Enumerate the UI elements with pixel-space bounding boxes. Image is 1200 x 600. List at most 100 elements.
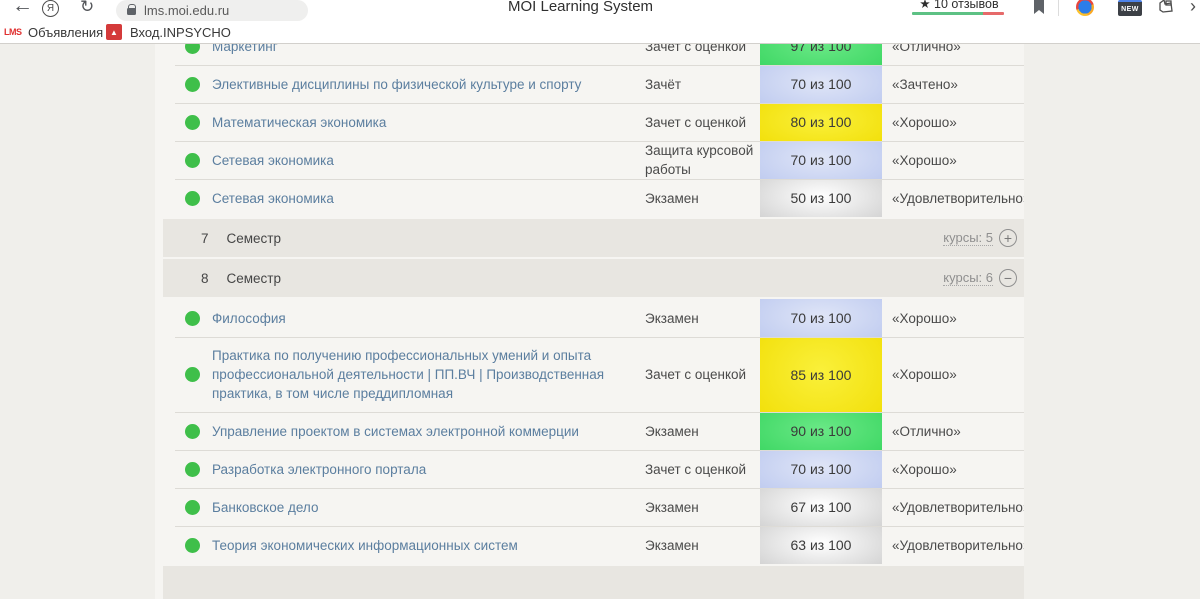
table-row: Управление проектом в системах электронн… xyxy=(155,412,1024,450)
status-dot-icon xyxy=(185,311,200,326)
grade-cell: «Удовлетворительно» xyxy=(882,179,1024,217)
assessment-type-cell: Зачет с оценкой xyxy=(645,44,760,65)
semester-header-row: 8Семестркурсы: 6− xyxy=(163,259,1024,297)
new-extension-icon[interactable]: NEW xyxy=(1118,0,1142,16)
course-status-cell xyxy=(155,412,212,450)
course-link[interactable]: Сетевая экономика xyxy=(212,189,334,208)
course-link[interactable]: Разработка электронного портала xyxy=(212,460,426,479)
semester-header-row xyxy=(163,566,1024,599)
course-status-cell xyxy=(155,103,212,141)
course-status-cell xyxy=(155,65,212,103)
grades-table: МаркетингЗачет с оценкой97 из 100«Отличн… xyxy=(155,44,1024,599)
course-link[interactable]: Сетевая экономика xyxy=(212,151,334,170)
course-link[interactable]: Теория экономических информационных сист… xyxy=(212,536,518,555)
grade-cell: «Отлично» xyxy=(882,412,1024,450)
lms-favicon: LMS xyxy=(4,27,22,37)
table-row: Сетевая экономикаЭкзамен50 из 100«Удовле… xyxy=(155,179,1024,217)
grade-cell: «Хорошо» xyxy=(882,103,1024,141)
courses-count-link[interactable]: курсы: 5 xyxy=(943,230,993,246)
course-name-cell: Философия xyxy=(212,299,645,337)
assessment-type-cell: Зачет с оценкой xyxy=(645,103,760,141)
course-status-cell xyxy=(155,179,212,217)
table-row: Сетевая экономика Защита курсовой работы7… xyxy=(155,141,1024,179)
table-row: Банковское делоЭкзамен67 из 100«Удовлетв… xyxy=(155,488,1024,526)
grade-cell: «Хорошо» xyxy=(882,337,1024,412)
course-link[interactable]: Практика по получению профессиональных у… xyxy=(212,346,631,403)
reload-button[interactable]: ↻ xyxy=(80,0,94,17)
status-dot-icon xyxy=(185,44,200,54)
star-icon: ★ xyxy=(919,0,930,11)
grade-cell: «Хорошо» xyxy=(882,299,1024,337)
course-link[interactable]: Философия xyxy=(212,309,286,328)
course-name-cell: Управление проектом в системах электронн… xyxy=(212,412,645,450)
status-dot-icon xyxy=(185,77,200,92)
url-text: lms.moi.edu.ru xyxy=(144,3,229,18)
semester-header-row: 7Семестркурсы: 5+ xyxy=(163,219,1024,257)
course-link[interactable]: Маркетинг xyxy=(212,44,278,56)
grade-cell: «Хорошо» xyxy=(882,141,1024,179)
reviews-widget[interactable]: ★ 10 отзывов xyxy=(912,0,1006,15)
browser-menu-icon[interactable]: Я xyxy=(42,0,59,17)
page-title: MOI Learning System xyxy=(508,0,653,15)
table-row: Практика по получению профессиональных у… xyxy=(155,337,1024,412)
score-badge: 70 из 100 xyxy=(760,299,882,337)
browser-chrome: ← Я ↻ lms.moi.edu.ru MOI Learning System… xyxy=(0,0,1200,44)
score-badge: 70 из 100 xyxy=(760,141,882,179)
score-badge: 70 из 100 xyxy=(760,65,882,103)
status-dot-icon xyxy=(185,500,200,515)
course-name-cell: Теория экономических информационных сист… xyxy=(212,526,645,564)
course-status-cell xyxy=(155,488,212,526)
address-bar[interactable]: lms.moi.edu.ru xyxy=(116,0,308,21)
score-badge: 85 из 100 xyxy=(760,337,882,412)
status-dot-icon xyxy=(185,538,200,553)
assessment-type-cell: Защита курсовой работы xyxy=(645,141,760,179)
toolbar-separator xyxy=(1058,0,1059,16)
status-dot-icon xyxy=(185,115,200,130)
browser-logo-icon[interactable] xyxy=(1076,0,1094,16)
course-status-cell xyxy=(155,44,212,65)
course-link[interactable]: Банковское дело xyxy=(212,498,318,517)
course-status-cell xyxy=(155,337,212,412)
semester-label: Семестр xyxy=(227,231,282,246)
course-name-cell: Банковское дело xyxy=(212,488,645,526)
table-row: Элективные дисциплины по физической куль… xyxy=(155,65,1024,103)
extension-icon[interactable] xyxy=(1158,0,1174,19)
score-badge: 97 из 100 xyxy=(760,44,882,65)
page-background: МаркетингЗачет с оценкой97 из 100«Отличн… xyxy=(0,44,1200,599)
grade-cell: «Отлично» xyxy=(882,44,1024,65)
bookmark-icon[interactable] xyxy=(1033,0,1045,20)
course-name-cell: Математическая экономика xyxy=(212,103,645,141)
table-row: Философия Экзамен70 из 100«Хорошо» xyxy=(155,299,1024,337)
assessment-type-cell: Экзамен xyxy=(645,488,760,526)
status-dot-icon xyxy=(185,153,200,168)
expand-toggle-icon[interactable]: + xyxy=(999,229,1017,247)
back-button[interactable]: ← xyxy=(12,0,33,18)
toolbar-overflow-icon[interactable]: › xyxy=(1190,0,1196,17)
bookmark-inpsycho[interactable]: Вход.INPSYCHO xyxy=(130,25,231,40)
status-dot-icon xyxy=(185,367,200,382)
grade-cell: «Удовлетворительно» xyxy=(882,526,1024,564)
course-status-cell xyxy=(155,526,212,564)
course-link[interactable]: Управление проектом в системах электронн… xyxy=(212,422,579,441)
course-name-cell: Маркетинг xyxy=(212,44,645,65)
course-name-cell: Разработка электронного портала xyxy=(212,450,645,488)
course-name-cell: Элективные дисциплины по физической куль… xyxy=(212,65,645,103)
courses-count-link[interactable]: курсы: 6 xyxy=(943,270,993,286)
status-dot-icon xyxy=(185,462,200,477)
table-row: Теория экономических информационных сист… xyxy=(155,526,1024,564)
course-name-cell: Практика по получению профессиональных у… xyxy=(212,337,645,412)
assessment-type-cell: Зачет с оценкой xyxy=(645,337,760,412)
lock-icon xyxy=(127,8,136,15)
bookmarks-bar: LMS Объявления ▲ Вход.INPSYCHO xyxy=(0,22,1200,43)
score-badge: 63 из 100 xyxy=(760,526,882,564)
course-name-cell: Сетевая экономика xyxy=(212,179,645,217)
bookmark-announcements[interactable]: Объявления xyxy=(28,25,103,40)
assessment-type-cell: Экзамен xyxy=(645,299,760,337)
assessment-type-cell: Зачет с оценкой xyxy=(645,450,760,488)
semester-label: Семестр xyxy=(227,271,282,286)
collapse-toggle-icon[interactable]: − xyxy=(999,269,1017,287)
course-link[interactable]: Элективные дисциплины по физической куль… xyxy=(212,75,581,94)
grade-cell: «Зачтено» xyxy=(882,65,1024,103)
course-link[interactable]: Математическая экономика xyxy=(212,113,386,132)
status-dot-icon xyxy=(185,424,200,439)
